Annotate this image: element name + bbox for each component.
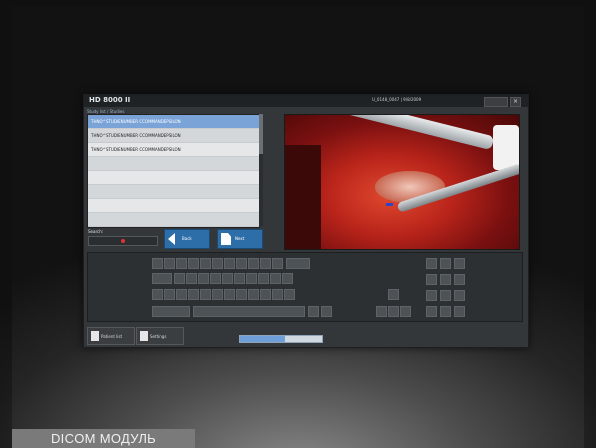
keyboard-key[interactable] bbox=[188, 289, 199, 300]
keyboard-key[interactable] bbox=[200, 258, 211, 269]
keyboard-key[interactable] bbox=[234, 273, 245, 284]
keyboard-key[interactable] bbox=[236, 258, 247, 269]
numpad-key[interactable] bbox=[440, 258, 451, 269]
keyboard-key[interactable] bbox=[308, 306, 319, 317]
arrow-down-key[interactable] bbox=[388, 306, 399, 317]
record-indicator-icon bbox=[121, 239, 125, 243]
title-bar: HD 8000 II U_0148_0047 | 9/8/2009 × bbox=[84, 95, 528, 107]
shift-lock-key[interactable] bbox=[152, 306, 190, 317]
patient-list-button[interactable]: Patient list bbox=[87, 327, 135, 345]
arrow-left-icon bbox=[168, 233, 175, 245]
shift-key[interactable] bbox=[152, 273, 172, 284]
search-input[interactable] bbox=[88, 236, 158, 246]
numpad-key[interactable] bbox=[426, 274, 437, 285]
keyboard-key[interactable] bbox=[212, 289, 223, 300]
keyboard-key[interactable] bbox=[236, 289, 247, 300]
list-item[interactable]: THNO^STUDIENUMBER CCOMMANDEPSILON bbox=[88, 143, 259, 157]
back-button[interactable]: Back bbox=[164, 229, 210, 249]
patient-list-label: Patient list bbox=[101, 334, 123, 339]
keyboard-key[interactable] bbox=[224, 258, 235, 269]
list-item-empty[interactable] bbox=[88, 157, 259, 171]
window-info: U_0148_0047 | 9/8/2009 bbox=[372, 97, 422, 102]
keyboard-key[interactable] bbox=[212, 258, 223, 269]
keyboard-key[interactable] bbox=[282, 273, 293, 284]
numpad-key[interactable] bbox=[454, 290, 465, 301]
keyboard-key[interactable] bbox=[248, 289, 259, 300]
keyboard-key[interactable] bbox=[186, 273, 197, 284]
window-title: HD 8000 II bbox=[89, 96, 131, 104]
numpad-key[interactable] bbox=[454, 274, 465, 285]
keyboard-key[interactable] bbox=[272, 258, 283, 269]
list-item-empty[interactable] bbox=[88, 185, 259, 199]
keyboard-key[interactable] bbox=[258, 273, 269, 284]
keyboard-key[interactable] bbox=[152, 289, 163, 300]
list-item[interactable]: THNO^STUDIENUMBER CCOMMANDEPSILON bbox=[88, 129, 259, 143]
document-icon bbox=[91, 331, 99, 341]
instrument-image bbox=[335, 115, 495, 151]
keyboard-key[interactable] bbox=[176, 289, 187, 300]
keyboard-key[interactable] bbox=[224, 289, 235, 300]
keyboard-key[interactable] bbox=[284, 289, 295, 300]
keyboard-key[interactable] bbox=[152, 258, 163, 269]
list-item-empty[interactable] bbox=[88, 213, 259, 227]
space-key[interactable] bbox=[193, 306, 305, 317]
progress-fill bbox=[240, 336, 286, 342]
next-label: Next bbox=[235, 236, 245, 241]
numpad-key[interactable] bbox=[440, 290, 451, 301]
study-list[interactable]: THNO^STUDIENUMBER CCOMMANDEPSILON THNO^S… bbox=[87, 114, 260, 228]
keyboard-key[interactable] bbox=[260, 289, 271, 300]
numpad-key[interactable] bbox=[440, 274, 451, 285]
search-label: Search: bbox=[88, 229, 104, 234]
video-preview bbox=[284, 114, 520, 250]
keyboard-key[interactable] bbox=[260, 258, 271, 269]
numpad-key[interactable] bbox=[454, 306, 465, 317]
keyboard-key[interactable] bbox=[222, 273, 233, 284]
on-screen-keyboard bbox=[87, 252, 523, 322]
keyboard-key[interactable] bbox=[210, 273, 221, 284]
numpad-key[interactable] bbox=[454, 258, 465, 269]
progress-bar bbox=[239, 335, 323, 343]
keyboard-key[interactable] bbox=[176, 258, 187, 269]
keyboard-key[interactable] bbox=[198, 273, 209, 284]
arrow-up-key[interactable] bbox=[388, 289, 399, 300]
backspace-key[interactable] bbox=[286, 258, 310, 269]
keyboard-key[interactable] bbox=[321, 306, 332, 317]
app-window: HD 8000 II U_0148_0047 | 9/8/2009 × Stud… bbox=[83, 94, 529, 348]
minimize-button[interactable] bbox=[484, 97, 508, 107]
list-item-empty[interactable] bbox=[88, 171, 259, 185]
document-icon bbox=[221, 233, 231, 245]
gear-icon bbox=[140, 331, 148, 341]
numpad-key[interactable] bbox=[426, 290, 437, 301]
keyboard-key[interactable] bbox=[174, 273, 185, 284]
keyboard-key[interactable] bbox=[164, 258, 175, 269]
keyboard-key[interactable] bbox=[246, 273, 257, 284]
keyboard-key[interactable] bbox=[270, 273, 281, 284]
keyboard-key[interactable] bbox=[188, 258, 199, 269]
list-scrollbar[interactable] bbox=[259, 114, 263, 226]
keyboard-key[interactable] bbox=[200, 289, 211, 300]
keyboard-key[interactable] bbox=[248, 258, 259, 269]
close-button[interactable]: × bbox=[510, 97, 521, 107]
scrollbar-thumb[interactable] bbox=[259, 114, 263, 154]
list-item-empty[interactable] bbox=[88, 199, 259, 213]
list-item[interactable]: THNO^STUDIENUMBER CCOMMANDEPSILON bbox=[88, 115, 259, 129]
back-label: Back bbox=[182, 236, 192, 241]
settings-label: Settings bbox=[150, 334, 167, 339]
keyboard-key[interactable] bbox=[272, 289, 283, 300]
numpad-key[interactable] bbox=[426, 306, 437, 317]
arrow-left-key[interactable] bbox=[376, 306, 387, 317]
next-button[interactable]: Next bbox=[217, 229, 263, 249]
numpad-key[interactable] bbox=[440, 306, 451, 317]
page-caption: DICOM МОДУЛЬ bbox=[12, 429, 195, 448]
settings-button[interactable]: Settings bbox=[136, 327, 184, 345]
arrow-right-key[interactable] bbox=[400, 306, 411, 317]
keyboard-key[interactable] bbox=[164, 289, 175, 300]
numpad-key[interactable] bbox=[426, 258, 437, 269]
